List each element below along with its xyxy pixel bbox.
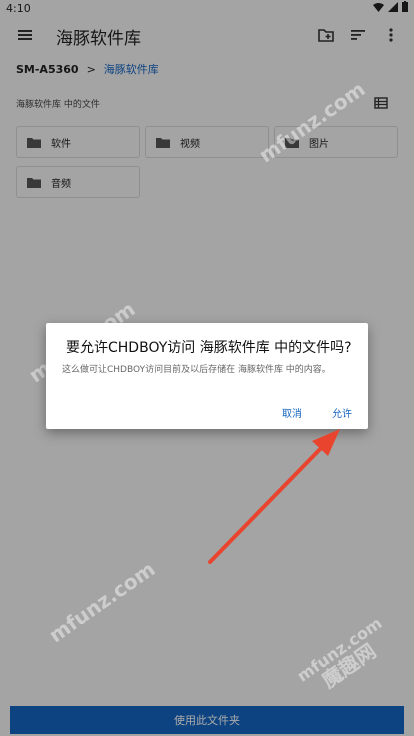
annotation-arrow bbox=[208, 429, 340, 564]
